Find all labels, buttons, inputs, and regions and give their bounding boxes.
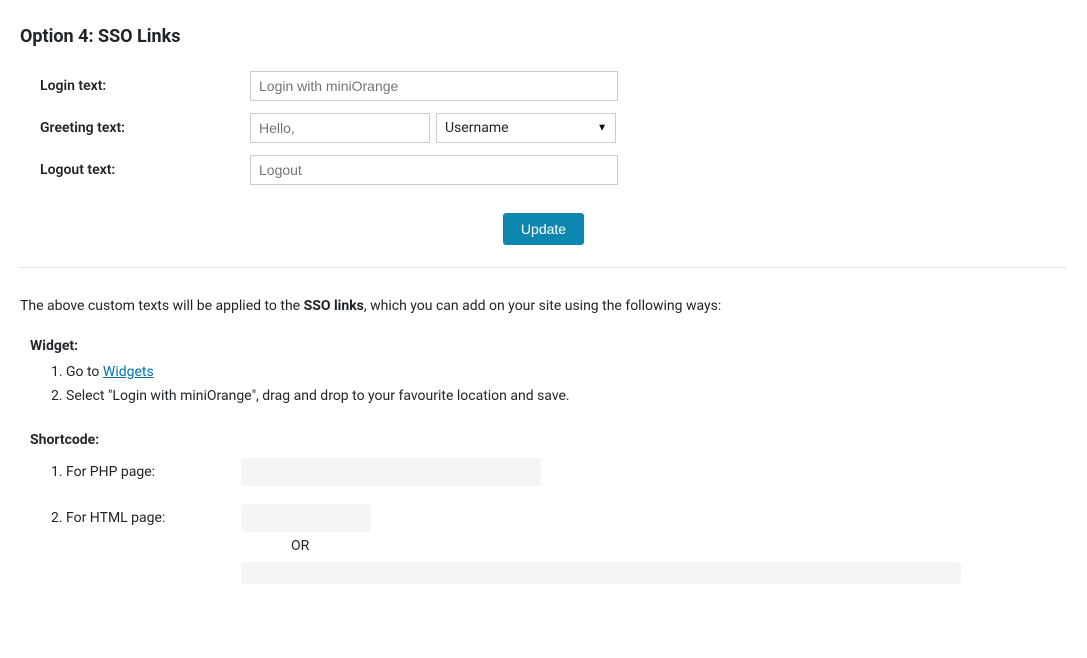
sso-links-form: Login text: Greeting text: Username ▼ Lo… — [40, 71, 1067, 185]
widget-steps: Go to Widgets Select "Login with miniOra… — [66, 364, 1067, 404]
shortcode-steps: For PHP page: For HTML page: OR — [66, 458, 1067, 584]
widget-step-1: Go to Widgets — [66, 364, 1067, 380]
greeting-variable-value: Username — [445, 120, 509, 136]
greeting-text-input[interactable] — [250, 113, 430, 143]
update-button[interactable]: Update — [503, 213, 584, 245]
widget-step-2: Select "Login with miniOrange", drag and… — [66, 388, 1067, 404]
logout-text-input[interactable] — [250, 155, 618, 185]
logout-text-label: Logout text: — [40, 162, 250, 178]
option-title: Option 4: SSO Links — [20, 26, 1067, 47]
login-text-label: Login text: — [40, 78, 250, 94]
html-shortcode-block-2 — [241, 562, 961, 584]
divider — [20, 267, 1067, 268]
description-text: The above custom texts will be applied t… — [20, 298, 1067, 314]
php-page-label: For PHP page: — [66, 458, 241, 480]
greeting-variable-select[interactable]: Username ▼ — [436, 113, 616, 143]
html-shortcode-block-1 — [241, 504, 371, 532]
shortcode-heading: Shortcode: — [30, 432, 1067, 448]
widgets-link[interactable]: Widgets — [103, 364, 154, 380]
widget-heading: Widget: — [30, 338, 1067, 354]
php-shortcode-block — [241, 458, 541, 486]
or-text: OR — [291, 538, 961, 554]
chevron-down-icon: ▼ — [597, 123, 607, 134]
html-page-label: For HTML page: — [66, 504, 241, 526]
login-text-input[interactable] — [250, 71, 618, 101]
greeting-text-label: Greeting text: — [40, 120, 250, 136]
